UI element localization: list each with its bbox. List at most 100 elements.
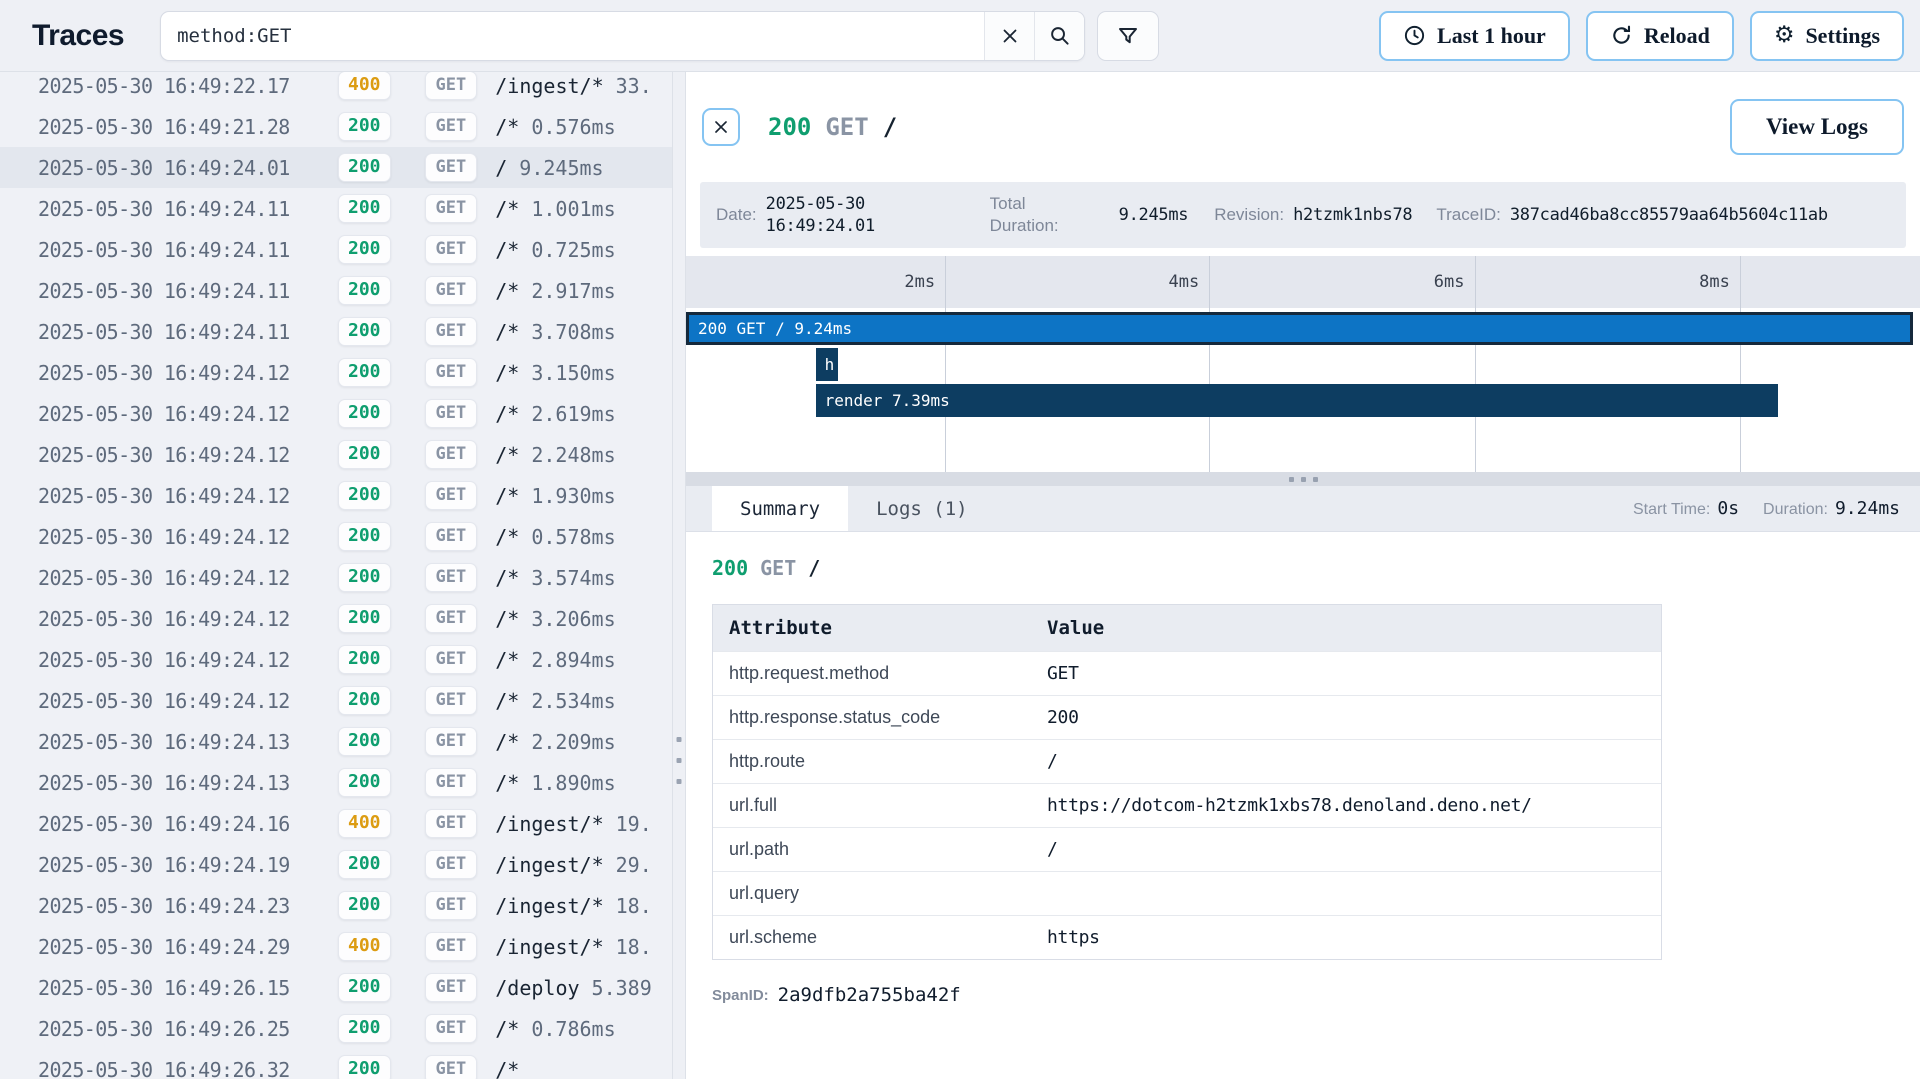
trace-path: /* bbox=[495, 525, 519, 549]
status-badge: 200 bbox=[338, 850, 391, 879]
date-label: Date: bbox=[716, 205, 757, 225]
method-badge: GET bbox=[425, 809, 478, 838]
status-badge: 200 bbox=[338, 317, 391, 346]
span-bar[interactable]: 200 GET / 9.24ms bbox=[686, 312, 1913, 345]
method-badge: GET bbox=[425, 522, 478, 551]
trace-row[interactable]: 2025-05-30 16:49:26.25200GET/*0.786ms bbox=[0, 1008, 672, 1049]
trace-row[interactable]: 2025-05-30 16:49:24.11200GET/*2.917ms bbox=[0, 270, 672, 311]
tab-summary[interactable]: Summary bbox=[712, 486, 848, 531]
trace-timestamp: 2025-05-30 16:49:24.19 bbox=[38, 853, 338, 877]
trace-path: /* bbox=[495, 730, 519, 754]
search-button[interactable] bbox=[1034, 12, 1084, 60]
trace-row[interactable]: 2025-05-30 16:49:24.11200GET/*3.708ms bbox=[0, 311, 672, 352]
trace-row[interactable]: 2025-05-30 16:49:24.12200GET/*3.206ms bbox=[0, 598, 672, 639]
trace-row[interactable]: 2025-05-30 16:49:24.12200GET/*3.574ms bbox=[0, 557, 672, 598]
trace-row[interactable]: 2025-05-30 16:49:24.16400GET/ingest/*19. bbox=[0, 803, 672, 844]
trace-row[interactable]: 2025-05-30 16:49:24.19200 GET/ingest/*29. bbox=[0, 844, 672, 885]
close-detail-button[interactable] bbox=[702, 108, 740, 146]
status-badge: 200 bbox=[338, 358, 391, 387]
attribute-table-header: Attribute Value bbox=[713, 605, 1661, 651]
timeline-tick-band: 2ms4ms6ms8ms bbox=[686, 256, 1920, 308]
trace-row[interactable]: 2025-05-30 16:49:24.13200GET/*1.890ms bbox=[0, 762, 672, 803]
trace-timestamp: 2025-05-30 16:49:24.01 bbox=[38, 156, 338, 180]
trace-duration: 9.245ms bbox=[519, 156, 603, 180]
trace-row[interactable]: 2025-05-30 16:49:24.01200GET/9.245ms bbox=[0, 147, 672, 188]
reload-button[interactable]: Reload bbox=[1586, 11, 1734, 61]
trace-path-cell: /*0.576ms bbox=[495, 115, 615, 139]
trace-duration: 29. bbox=[616, 853, 652, 877]
timeline-resize-handle[interactable] bbox=[686, 472, 1920, 486]
method-badge: GET bbox=[425, 276, 478, 305]
trace-row[interactable]: 2025-05-30 16:49:24.12200GET/*1.930ms bbox=[0, 475, 672, 516]
meta-date: Date: 2025-05-30 16:49:24.01 bbox=[716, 193, 878, 237]
tick-label: 6ms bbox=[1434, 256, 1475, 308]
trace-row[interactable]: 2025-05-30 16:49:24.29400GET/ingest/*18. bbox=[0, 926, 672, 967]
trace-path: /deploy bbox=[495, 976, 579, 1000]
status-badge: 200 bbox=[338, 194, 391, 223]
page-title: Traces bbox=[32, 19, 124, 53]
trace-row[interactable]: 2025-05-30 16:49:24.12200GET/*2.248ms bbox=[0, 434, 672, 475]
trace-row[interactable]: 2025-05-30 16:49:24.12200GET/*2.619ms bbox=[0, 393, 672, 434]
attribute-row: http.response.status_code200 bbox=[713, 695, 1661, 739]
trace-row[interactable]: 2025-05-30 16:49:24.12200GET/*3.150ms bbox=[0, 352, 672, 393]
tab-meta: Start Time:0s Duration:9.24ms bbox=[1633, 486, 1920, 531]
trace-row[interactable]: 2025-05-30 16:49:24.11200GET/*0.725ms bbox=[0, 229, 672, 270]
trace-timestamp: 2025-05-30 16:49:22.17 bbox=[38, 74, 338, 98]
trace-timestamp: 2025-05-30 16:49:24.12 bbox=[38, 525, 338, 549]
tab-logs[interactable]: Logs (1) bbox=[848, 486, 996, 531]
method-badge: GET bbox=[425, 645, 478, 674]
attribute-value: https://dotcom-h2tzmk1xbs78.denoland.den… bbox=[1047, 795, 1645, 816]
filter-button[interactable] bbox=[1097, 11, 1159, 61]
trace-timestamp: 2025-05-30 16:49:24.12 bbox=[38, 484, 338, 508]
trace-duration: 0.725ms bbox=[531, 238, 615, 262]
trace-path: /* bbox=[495, 1058, 519, 1079]
span-id-value: 2a9dfb2a755ba42f bbox=[778, 984, 961, 1006]
summary-method: GET bbox=[760, 556, 796, 580]
span-bar[interactable]: h bbox=[816, 348, 838, 381]
view-logs-button[interactable]: View Logs bbox=[1730, 99, 1904, 155]
trace-path-cell: /*3.574ms bbox=[495, 566, 615, 590]
trace-row[interactable]: 2025-05-30 16:49:21.28200GET/*0.576ms bbox=[0, 106, 672, 147]
trace-row[interactable]: 2025-05-30 16:49:24.11200GET/*1.001ms bbox=[0, 188, 672, 229]
trace-row[interactable]: 2025-05-30 16:49:26.32200GET/* bbox=[0, 1049, 672, 1079]
status-badge: 200 bbox=[338, 973, 391, 1002]
trace-path: /* bbox=[495, 279, 519, 303]
method-badge: GET bbox=[425, 399, 478, 428]
search-input[interactable]: method:GET bbox=[161, 12, 984, 60]
trace-duration: 3.206ms bbox=[531, 607, 615, 631]
settings-button[interactable]: ⚙ Settings bbox=[1750, 11, 1904, 61]
trace-row[interactable]: 2025-05-30 16:49:24.23200GET/ingest/*18. bbox=[0, 885, 672, 926]
trace-timestamp: 2025-05-30 16:49:21.28 bbox=[38, 115, 338, 139]
status-badge: 200 bbox=[338, 112, 391, 141]
search-icon bbox=[1048, 24, 1071, 47]
method-badge: GET bbox=[425, 973, 478, 1002]
trace-path-cell: /* bbox=[495, 1058, 531, 1079]
clock-icon bbox=[1403, 24, 1426, 47]
trace-path-cell: /ingest/*29. bbox=[495, 853, 652, 877]
trace-timestamp: 2025-05-30 16:49:24.11 bbox=[38, 279, 338, 303]
trace-path-cell: /ingest/*18. bbox=[495, 935, 652, 959]
span-bar[interactable]: render 7.39ms bbox=[816, 384, 1779, 417]
trace-path-cell: /*3.150ms bbox=[495, 361, 615, 385]
drag-dots-vertical bbox=[677, 737, 682, 784]
trace-timestamp: 2025-05-30 16:49:24.11 bbox=[38, 197, 338, 221]
trace-row[interactable]: 2025-05-30 16:49:24.12200GET/*2.534ms bbox=[0, 680, 672, 721]
trace-status: 200 bbox=[768, 113, 811, 141]
attribute-row: url.path/ bbox=[713, 827, 1661, 871]
method-badge: GET bbox=[425, 440, 478, 469]
trace-path: /* bbox=[495, 566, 519, 590]
trace-row[interactable]: 2025-05-30 16:49:26.15200GET/deploy5.389 bbox=[0, 967, 672, 1008]
trace-timestamp: 2025-05-30 16:49:24.12 bbox=[38, 566, 338, 590]
panel-resize-handle[interactable] bbox=[672, 72, 686, 1079]
trace-row[interactable]: 2025-05-30 16:49:24.12200GET/*0.578ms bbox=[0, 516, 672, 557]
trace-row[interactable]: 2025-05-30 16:49:22.17400GET/ingest/*33. bbox=[0, 72, 672, 106]
trace-row[interactable]: 2025-05-30 16:49:24.13200GET/*2.209ms bbox=[0, 721, 672, 762]
trace-path: /* bbox=[495, 771, 519, 795]
trace-row[interactable]: 2025-05-30 16:49:24.12200GET/*2.894ms bbox=[0, 639, 672, 680]
method-badge: GET bbox=[425, 317, 478, 346]
clear-search-button[interactable] bbox=[984, 12, 1034, 60]
method-badge: GET bbox=[425, 850, 478, 879]
time-range-button[interactable]: Last 1 hour bbox=[1379, 11, 1570, 61]
trace-path-cell: /*0.578ms bbox=[495, 525, 615, 549]
method-badge: GET bbox=[425, 932, 478, 961]
